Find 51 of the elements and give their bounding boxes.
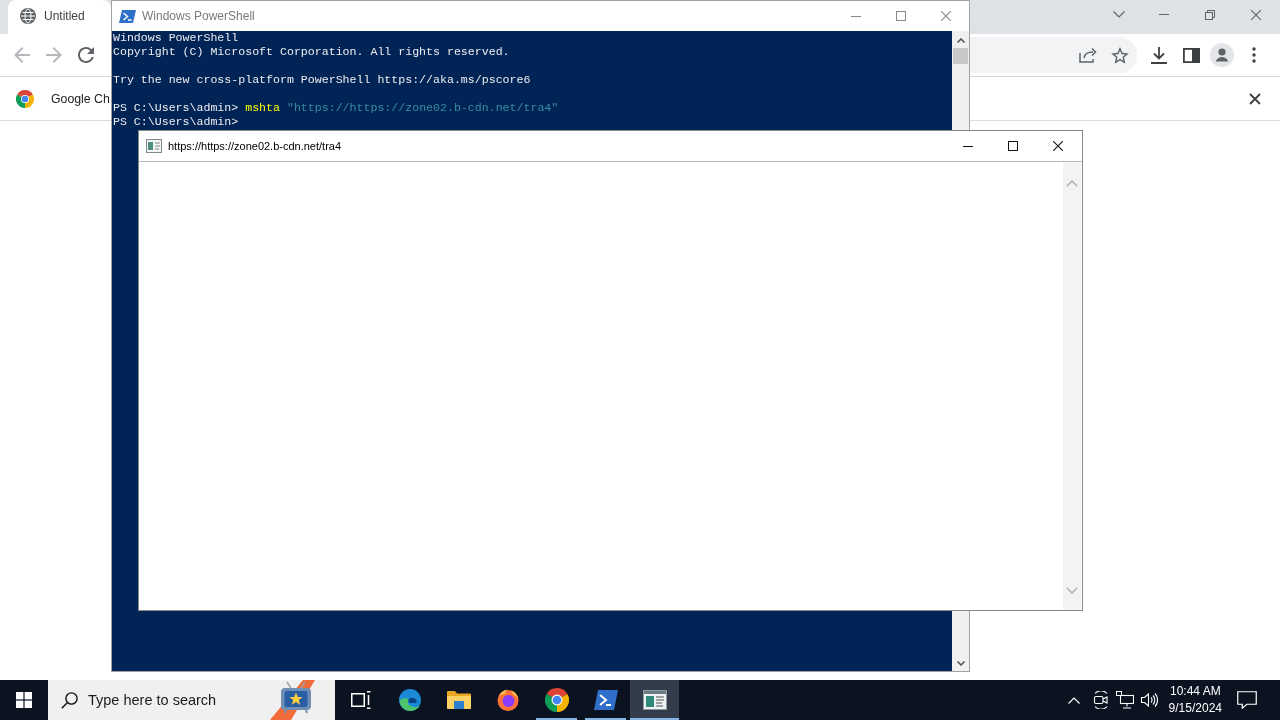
terminal-icon — [593, 690, 618, 710]
minimize-icon[interactable] — [963, 145, 973, 147]
search-icon — [61, 691, 78, 709]
maximize-icon[interactable] — [1008, 141, 1018, 151]
folder-icon — [446, 690, 471, 710]
firefox-icon — [495, 688, 520, 712]
chrome-logo-icon — [544, 688, 569, 712]
search-box[interactable]: Type here to search — [48, 680, 335, 720]
address-bar[interactable] — [968, 37, 1137, 73]
clock-date: 9/15/2024 — [1168, 700, 1222, 717]
window-title: https://https://zone02.b-cdn.net/tra4 — [168, 140, 342, 152]
taskbar-button[interactable] — [630, 680, 679, 720]
side-panel-icon[interactable] — [1183, 47, 1200, 63]
console-line: PS C:\Users\admin> mshta "https://https://zone02.b-cdn.net/tra4" — [113, 101, 560, 115]
clock-time: 10:44 AM — [1169, 683, 1221, 700]
app-window-icon — [642, 690, 667, 710]
scrollbar[interactable] — [952, 611, 969, 671]
restore-icon[interactable] — [1205, 9, 1215, 20]
scroll-up-icon[interactable] — [956, 38, 965, 43]
edge-icon — [397, 688, 422, 712]
chrome-logo-icon — [16, 89, 34, 108]
menu-icon[interactable] — [1252, 47, 1256, 63]
scrollbar-thumb[interactable] — [953, 48, 968, 64]
network-icon[interactable] — [1115, 691, 1134, 709]
console-line: Try the new cross-platform PowerShell https://aka.ms/pscore6 — [113, 73, 532, 87]
volume-icon[interactable] — [1139, 691, 1158, 709]
search-input[interactable]: Type here to search — [88, 692, 258, 708]
app-window-icon — [146, 139, 162, 153]
infobar-text: Google Ch — [51, 91, 110, 106]
share-icon[interactable] — [1079, 47, 1097, 63]
windows-logo-icon — [16, 692, 32, 708]
globe-icon — [20, 8, 36, 24]
task-view-icon — [350, 691, 371, 709]
caret-up-icon[interactable] — [1067, 696, 1080, 704]
close-icon[interactable] — [1249, 92, 1261, 105]
star-icon[interactable] — [1111, 46, 1129, 64]
scrollbar[interactable] — [952, 31, 969, 130]
console-line: Windows PowerShell — [113, 31, 240, 45]
window-title: Windows PowerShell — [142, 9, 255, 23]
close-icon[interactable] — [1053, 141, 1063, 151]
profile-icon[interactable] — [1210, 43, 1234, 67]
notification-icon[interactable] — [1237, 691, 1257, 709]
reload-icon[interactable] — [78, 47, 94, 63]
caret-down-icon[interactable] — [1113, 11, 1125, 18]
browser-tab[interactable]: Untitled — [8, 0, 111, 34]
terminal-icon — [119, 9, 136, 23]
download-icon[interactable] — [1150, 46, 1168, 64]
console-line: Copyright (C) Microsoft Corporation. All rights reserved. — [113, 45, 511, 59]
console-line: PS C:\Users\admin> — [113, 115, 240, 129]
camera-icon[interactable] — [1091, 691, 1110, 709]
scroll-down-icon[interactable] — [956, 661, 965, 666]
